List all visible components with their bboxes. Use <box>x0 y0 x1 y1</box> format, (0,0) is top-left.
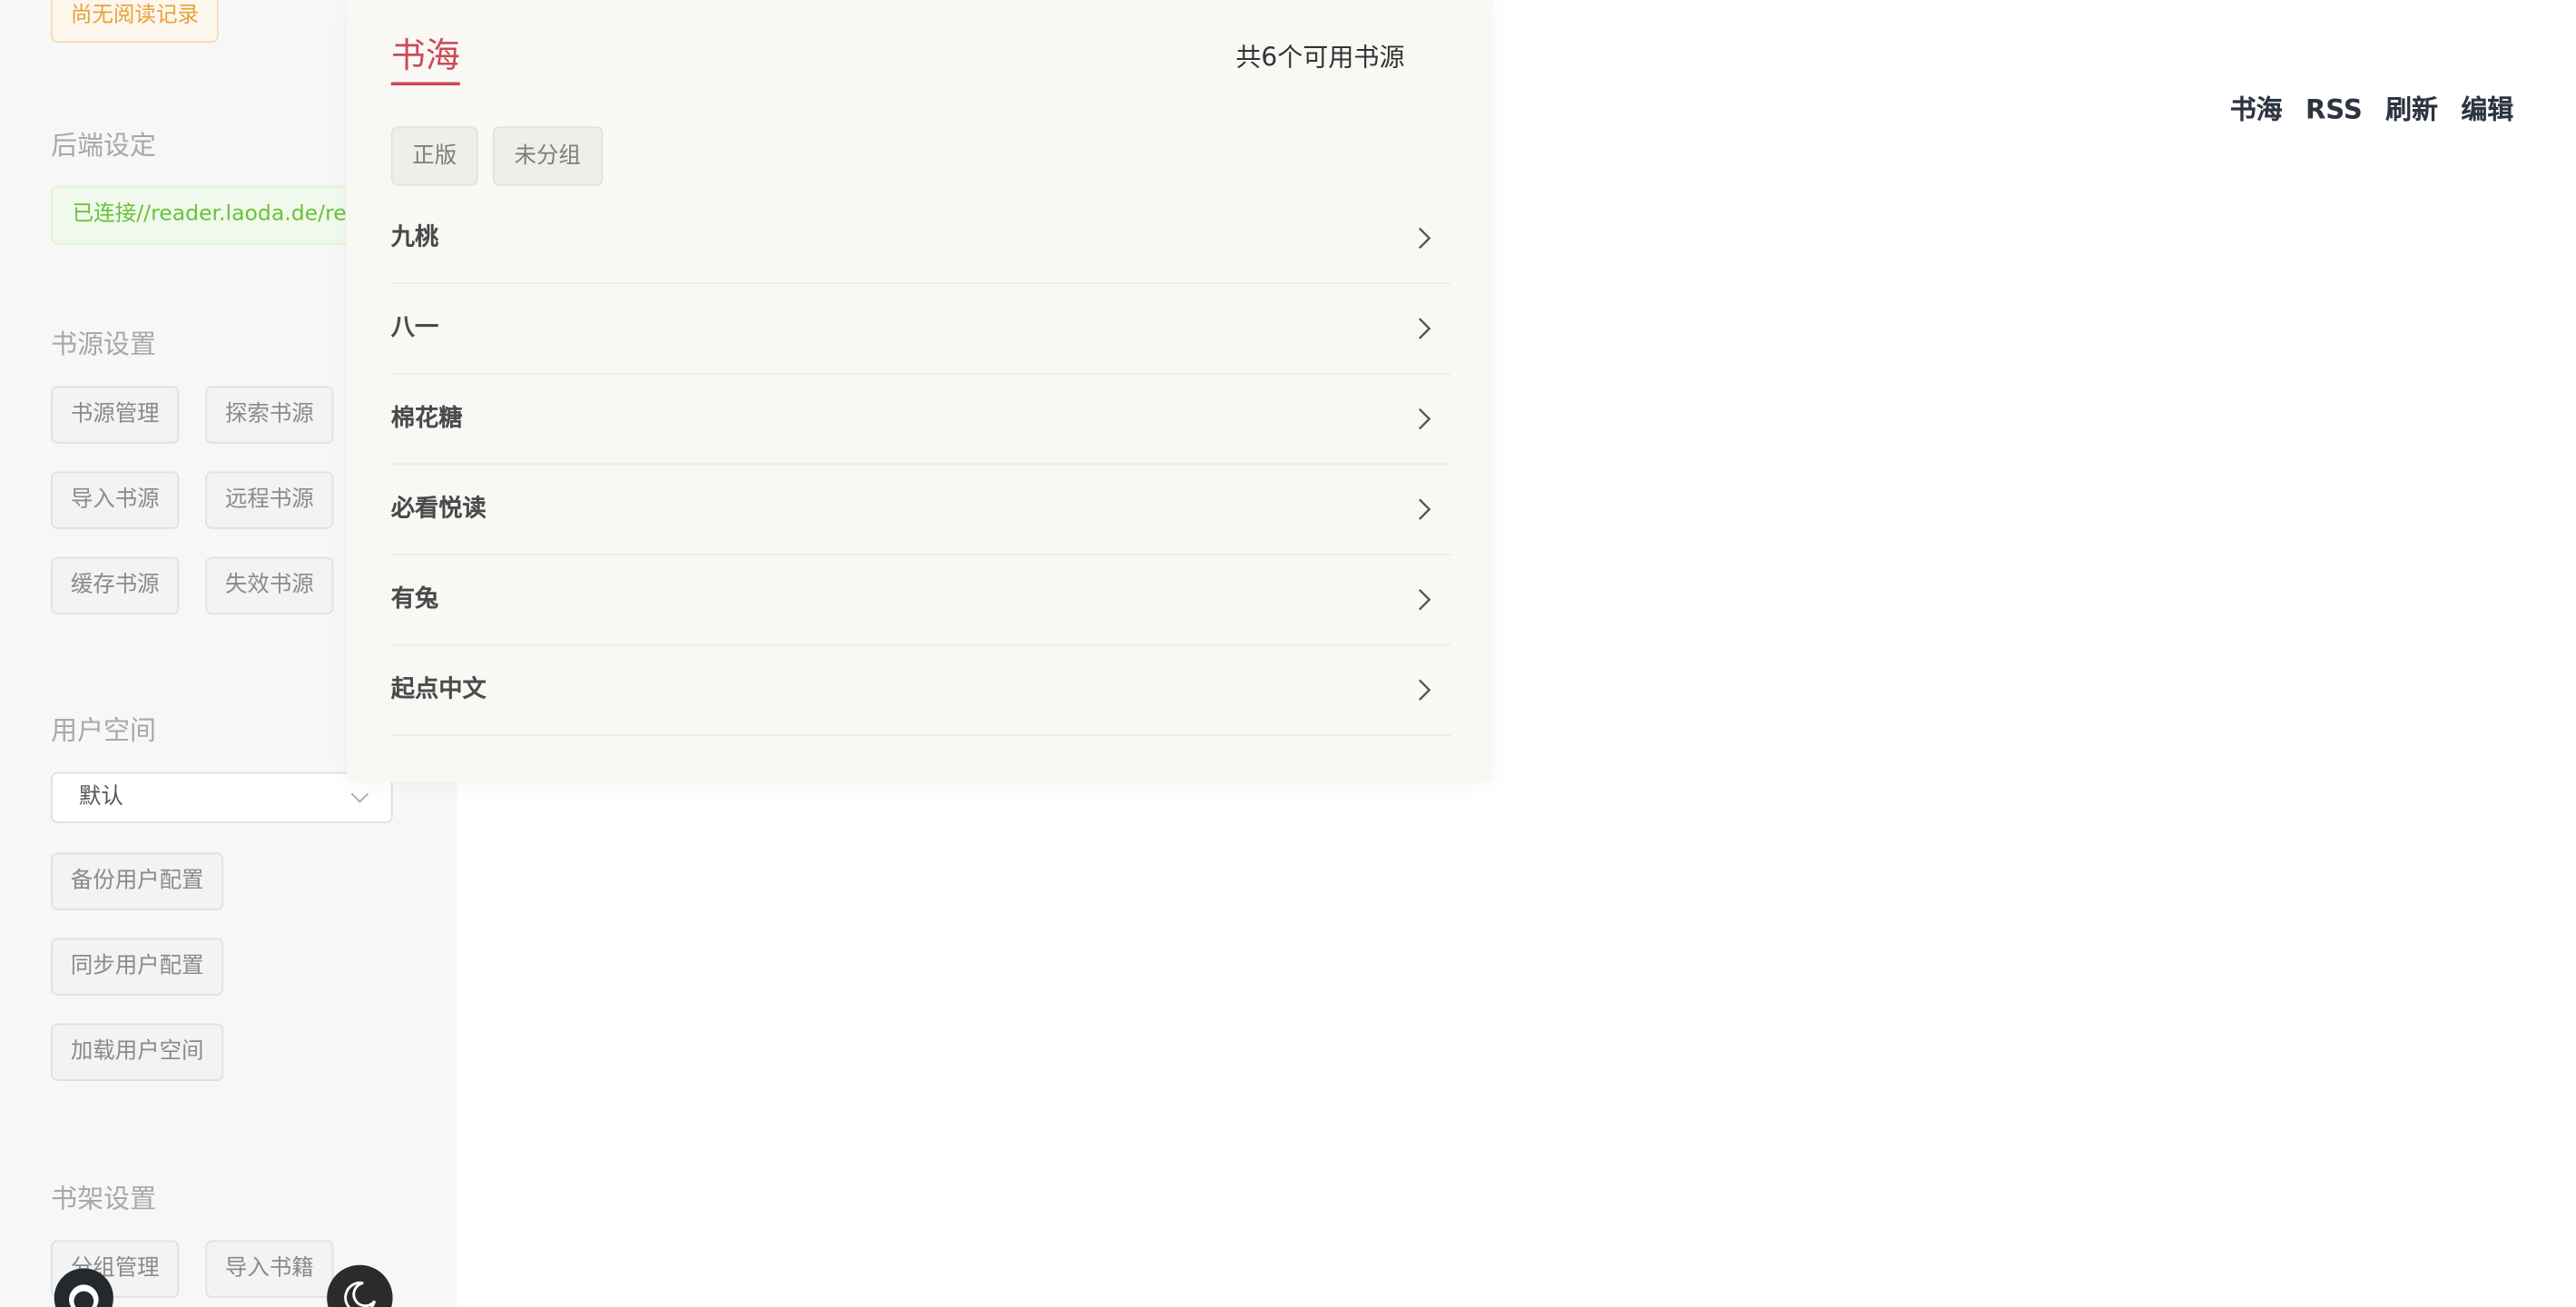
source-section-title: 书源设置 <box>51 329 156 360</box>
nav-refresh-link[interactable]: 刷新 <box>2385 92 2438 128</box>
chevron-right-icon <box>1419 679 1431 701</box>
invalid-source-button[interactable]: 失效书源 <box>205 556 334 614</box>
list-item-label: 八一 <box>390 315 439 342</box>
chevron-right-icon <box>1419 318 1431 339</box>
import-books-button[interactable]: 导入书籍 <box>205 1240 334 1298</box>
github-icon[interactable] <box>54 1268 113 1307</box>
chevron-right-icon <box>1419 588 1431 611</box>
moon-icon[interactable] <box>327 1264 393 1307</box>
explore-source-button[interactable]: 探索书源 <box>205 386 334 444</box>
list-item-label: 棉花糖 <box>390 406 463 433</box>
load-userspace-button[interactable]: 加载用户空间 <box>51 1023 224 1081</box>
moon-shape <box>344 1281 377 1307</box>
cache-source-button[interactable]: 缓存书源 <box>51 556 180 614</box>
source-count: 共6个可用书源 <box>1235 43 1405 73</box>
backend-status-tag: 已连接//reader.laoda.de/reader3/ <box>51 185 397 245</box>
chevron-right-icon <box>1419 227 1431 250</box>
userspace-select-value: 默认 <box>78 783 123 811</box>
userspace-section-title: 用户空间 <box>51 714 156 746</box>
app-stage: 尚无阅读记录 后端设定 已连接//reader.laoda.de/reader3… <box>0 0 2576 1307</box>
list-item-label: 必看悦读 <box>390 496 487 523</box>
chevron-right-icon <box>1419 498 1431 520</box>
list-item[interactable]: 九桃 <box>390 194 1451 285</box>
userspace-select[interactable]: 默认 <box>51 771 393 823</box>
list-item[interactable]: 棉花糖 <box>390 375 1451 466</box>
list-item[interactable]: 有兔 <box>390 555 1451 646</box>
shelf-section-title: 书架设置 <box>51 1183 156 1214</box>
backend-section-title: 后端设定 <box>51 129 156 162</box>
panel-title: 书海 <box>390 33 460 86</box>
group-ungrouped-button[interactable]: 未分组 <box>493 126 603 186</box>
source-panel: 书海 共6个可用书源 正版 未分组 九桃 八一 棉花糖 必看悦读 有兔 起点中文 <box>346 0 1494 782</box>
nav-edit-link[interactable]: 编辑 <box>2461 92 2513 128</box>
list-item-label: 有兔 <box>390 586 439 614</box>
chevron-down-icon <box>350 792 369 803</box>
top-nav: 书海 RSS 刷新 编辑 <box>2230 92 2514 128</box>
chevron-right-icon <box>1419 408 1431 430</box>
reading-record-tag: 尚无阅读记录 <box>51 0 219 44</box>
nav-rss-link[interactable]: RSS <box>2306 92 2363 128</box>
source-manage-button[interactable]: 书源管理 <box>51 386 180 444</box>
list-item-label: 九桃 <box>390 224 439 251</box>
list-item[interactable]: 起点中文 <box>390 645 1451 736</box>
group-zhengban-button[interactable]: 正版 <box>390 126 478 186</box>
backup-user-config-button[interactable]: 备份用户配置 <box>51 852 224 910</box>
source-list: 九桃 八一 棉花糖 必看悦读 有兔 起点中文 <box>390 194 1451 736</box>
import-source-button[interactable]: 导入书源 <box>51 471 180 529</box>
github-octocat-shape <box>69 1284 99 1307</box>
list-item[interactable]: 八一 <box>390 284 1451 375</box>
list-item-label: 起点中文 <box>390 676 487 703</box>
remote-source-button[interactable]: 远程书源 <box>205 471 334 529</box>
sync-user-config-button[interactable]: 同步用户配置 <box>51 938 224 996</box>
list-item[interactable]: 必看悦读 <box>390 465 1451 555</box>
nav-shuhai-link[interactable]: 书海 <box>2230 92 2283 128</box>
